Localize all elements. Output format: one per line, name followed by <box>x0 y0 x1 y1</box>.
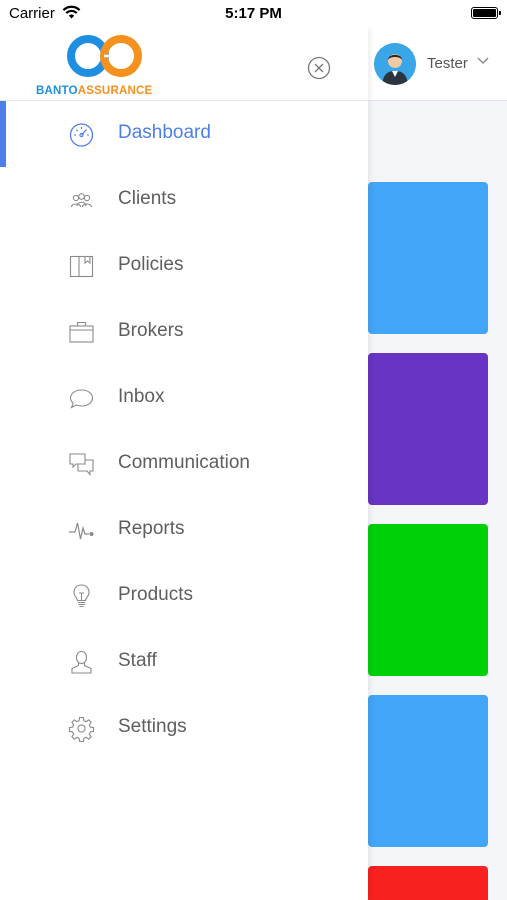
user-name[interactable]: Tester <box>427 55 468 72</box>
dashboard-card[interactable] <box>368 695 488 847</box>
status-bar: Carrier 5:17 PM <box>0 0 507 27</box>
drawer-header: BANTOASSURANCE <box>0 27 368 101</box>
sidebar-item-label: Dashboard <box>118 122 211 143</box>
reports-pulse-icon <box>69 522 94 540</box>
sidebar-item-clients[interactable]: Clients <box>0 167 368 233</box>
sidebar-item-label: Reports <box>118 518 185 539</box>
sidebar-item-label: Clients <box>118 188 177 209</box>
sidebar-item-dashboard[interactable]: Dashboard <box>0 101 368 167</box>
communication-chat-icon <box>69 453 94 476</box>
sidebar-item-settings[interactable]: Settings <box>0 695 368 761</box>
staff-person-icon <box>71 650 92 674</box>
logo-rings-icon <box>67 35 142 77</box>
dashboard-card[interactable] <box>368 524 488 676</box>
settings-gear-icon <box>68 716 95 742</box>
avatar-person-icon <box>374 43 416 85</box>
battery-icon <box>471 7 501 19</box>
brand-logo: BANTOASSURANCE <box>36 34 178 97</box>
dashboard-card[interactable] <box>368 866 488 900</box>
clock: 5:17 PM <box>225 5 282 22</box>
sidebar-item-label: Communication <box>118 452 250 473</box>
brand-name-left: BANTO <box>36 85 78 97</box>
sidebar-item-products[interactable]: Products <box>0 563 368 629</box>
sidebar-item-staff[interactable]: Staff <box>0 629 368 695</box>
dashboard-card[interactable] <box>368 182 488 334</box>
sidebar-item-label: Policies <box>118 254 184 275</box>
sidebar-item-brokers[interactable]: Brokers <box>0 299 368 365</box>
sidebar-item-label: Settings <box>118 716 187 737</box>
sidebar-item-inbox[interactable]: Inbox <box>0 365 368 431</box>
brand-wordmark: BANTOASSURANCE <box>36 85 178 97</box>
brokers-briefcase-icon <box>69 321 94 343</box>
chevron-down-icon[interactable] <box>477 57 489 65</box>
sidebar-item-label: Brokers <box>118 320 184 341</box>
dashboard-gauge-icon <box>69 123 94 147</box>
sidebar-item-label: Inbox <box>118 386 165 407</box>
main-content: Tester <box>368 27 507 900</box>
close-drawer-button[interactable] <box>307 56 331 80</box>
sidebar-item-communication[interactable]: Communication <box>0 431 368 497</box>
brand-name-right: ASSURANCE <box>77 85 153 97</box>
inbox-chat-bubble-icon <box>69 389 94 409</box>
sidebar-item-label: Staff <box>118 650 157 671</box>
sidebar-nav: Dashboard Clients Policies Brokers Inbox… <box>0 101 368 761</box>
clients-group-icon <box>70 193 93 208</box>
sidebar-item-policies[interactable]: Policies <box>0 233 368 299</box>
policies-book-icon <box>69 255 94 278</box>
sidebar-item-reports[interactable]: Reports <box>0 497 368 563</box>
dashboard-card[interactable] <box>368 353 488 505</box>
products-lightbulb-icon <box>73 584 90 608</box>
navigation-drawer: BANTOASSURANCE Dashboard Clients Policie… <box>0 27 368 900</box>
sidebar-item-label: Products <box>118 584 193 605</box>
user-avatar[interactable] <box>374 43 416 85</box>
app-header: Tester <box>368 27 507 101</box>
